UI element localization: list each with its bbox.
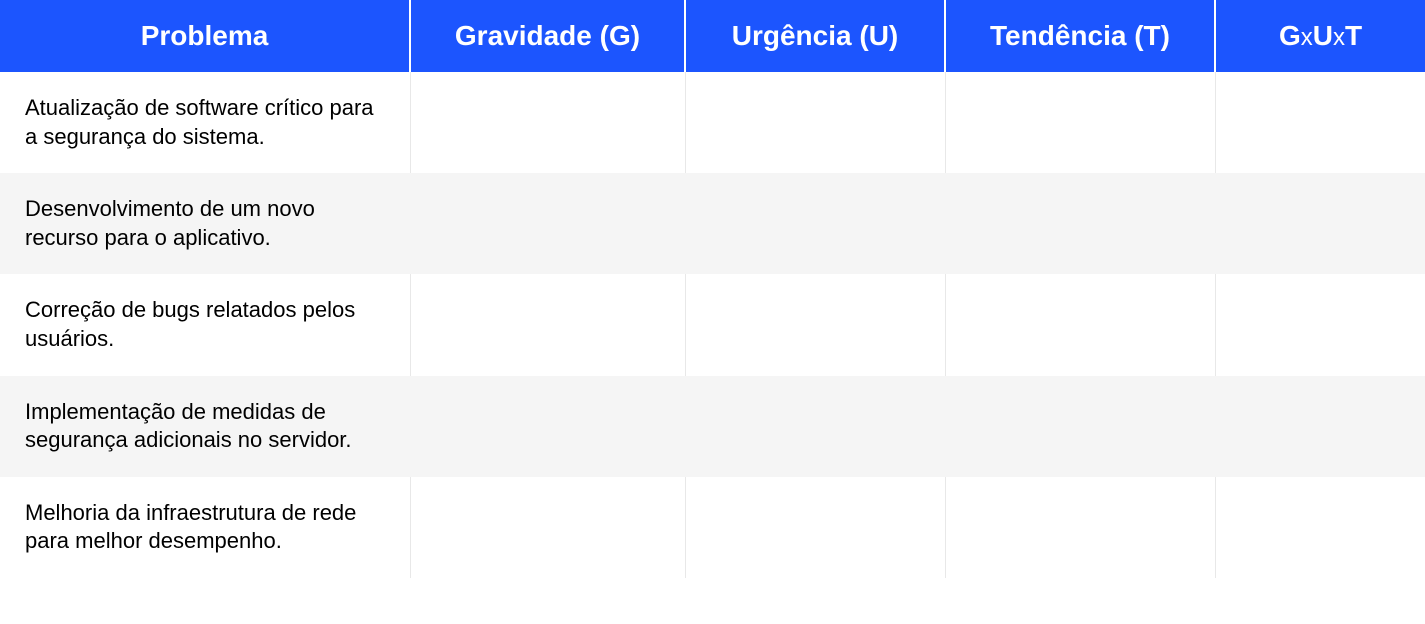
table-row: Melhoria da infraestrutura de rede para … (0, 477, 1425, 578)
cell-gravidade (410, 173, 685, 274)
header-gravidade: Gravidade (G) (410, 0, 685, 72)
cell-urgencia (685, 72, 945, 173)
gut-t: T (1345, 20, 1362, 51)
header-gut: GxUxT (1215, 0, 1425, 72)
cell-gravidade (410, 274, 685, 375)
gut-x2: x (1333, 24, 1345, 51)
cell-gut (1215, 477, 1425, 578)
cell-tendencia (945, 376, 1215, 477)
cell-gut (1215, 376, 1425, 477)
cell-problema: Correção de bugs relatados pelos usuário… (0, 274, 410, 375)
cell-gravidade (410, 477, 685, 578)
table-row: Atualização de software crítico para a s… (0, 72, 1425, 173)
cell-urgencia (685, 274, 945, 375)
cell-problema: Desenvolvimento de um novo recurso para … (0, 173, 410, 274)
cell-problema: Atualização de software crítico para a s… (0, 72, 410, 173)
cell-gravidade (410, 376, 685, 477)
cell-tendencia (945, 72, 1215, 173)
table-row: Implementação de medidas de segurança ad… (0, 376, 1425, 477)
header-urgencia: Urgência (U) (685, 0, 945, 72)
cell-urgencia (685, 376, 945, 477)
table-row: Desenvolvimento de um novo recurso para … (0, 173, 1425, 274)
header-tendencia: Tendência (T) (945, 0, 1215, 72)
cell-urgencia (685, 173, 945, 274)
gut-g: G (1279, 20, 1301, 51)
cell-tendencia (945, 274, 1215, 375)
cell-tendencia (945, 173, 1215, 274)
header-problema: Problema (0, 0, 410, 72)
cell-gut (1215, 274, 1425, 375)
gut-u: U (1313, 20, 1333, 51)
table-row: Correção de bugs relatados pelos usuário… (0, 274, 1425, 375)
cell-problema: Melhoria da infraestrutura de rede para … (0, 477, 410, 578)
cell-urgencia (685, 477, 945, 578)
table-header-row: Problema Gravidade (G) Urgência (U) Tend… (0, 0, 1425, 72)
cell-gravidade (410, 72, 685, 173)
cell-gut (1215, 72, 1425, 173)
gut-matrix-table: Problema Gravidade (G) Urgência (U) Tend… (0, 0, 1425, 578)
gut-x1: x (1301, 24, 1313, 51)
cell-problema: Implementação de medidas de segurança ad… (0, 376, 410, 477)
cell-gut (1215, 173, 1425, 274)
cell-tendencia (945, 477, 1215, 578)
